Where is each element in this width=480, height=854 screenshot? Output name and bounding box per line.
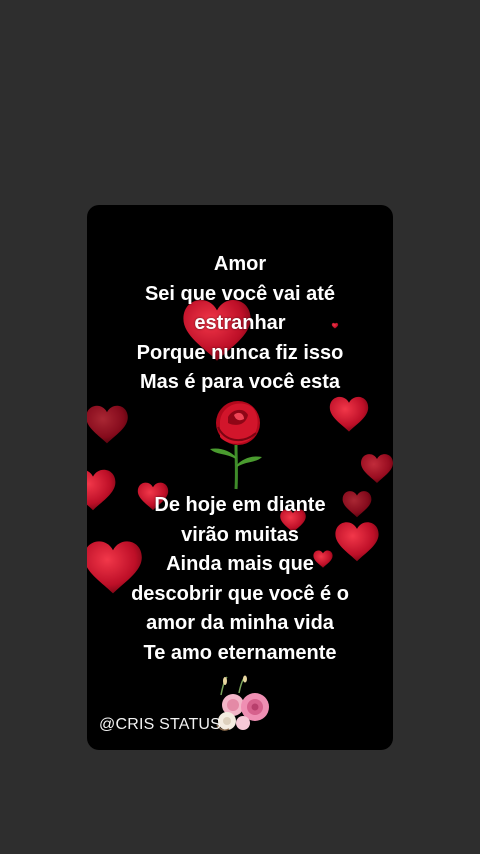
message-line: Ainda mais que [166,553,314,575]
message-bottom: De hoje em diante virão muitas Ainda mai… [87,491,393,668]
message-line: Amor [213,253,267,275]
page: Amor Sei que você vai até estranhar Porq… [0,0,480,854]
message-top: Amor Sei que você vai até estranhar Porq… [87,250,393,398]
message-line: Mas é para você esta [139,371,341,393]
message-line: amor da minha vida [146,612,334,634]
flower-bouquet-icon [216,675,269,731]
message-line: Porque nunca fiz isso [136,341,344,364]
red-rose-icon [210,401,262,490]
message-line: virão muitas [181,523,299,546]
message-line: estranhar [194,312,286,334]
message-line: descobrir que você é o [131,582,349,605]
message-line: Te amo eternamente [143,641,337,664]
message-line: De hoje em diante [154,494,326,516]
message-line: Sei que você vai até [144,282,336,305]
story-card[interactable]: Amor Sei que você vai até estranhar Porq… [87,205,393,750]
watermark-label: @CRIS STATUS [99,716,222,733]
